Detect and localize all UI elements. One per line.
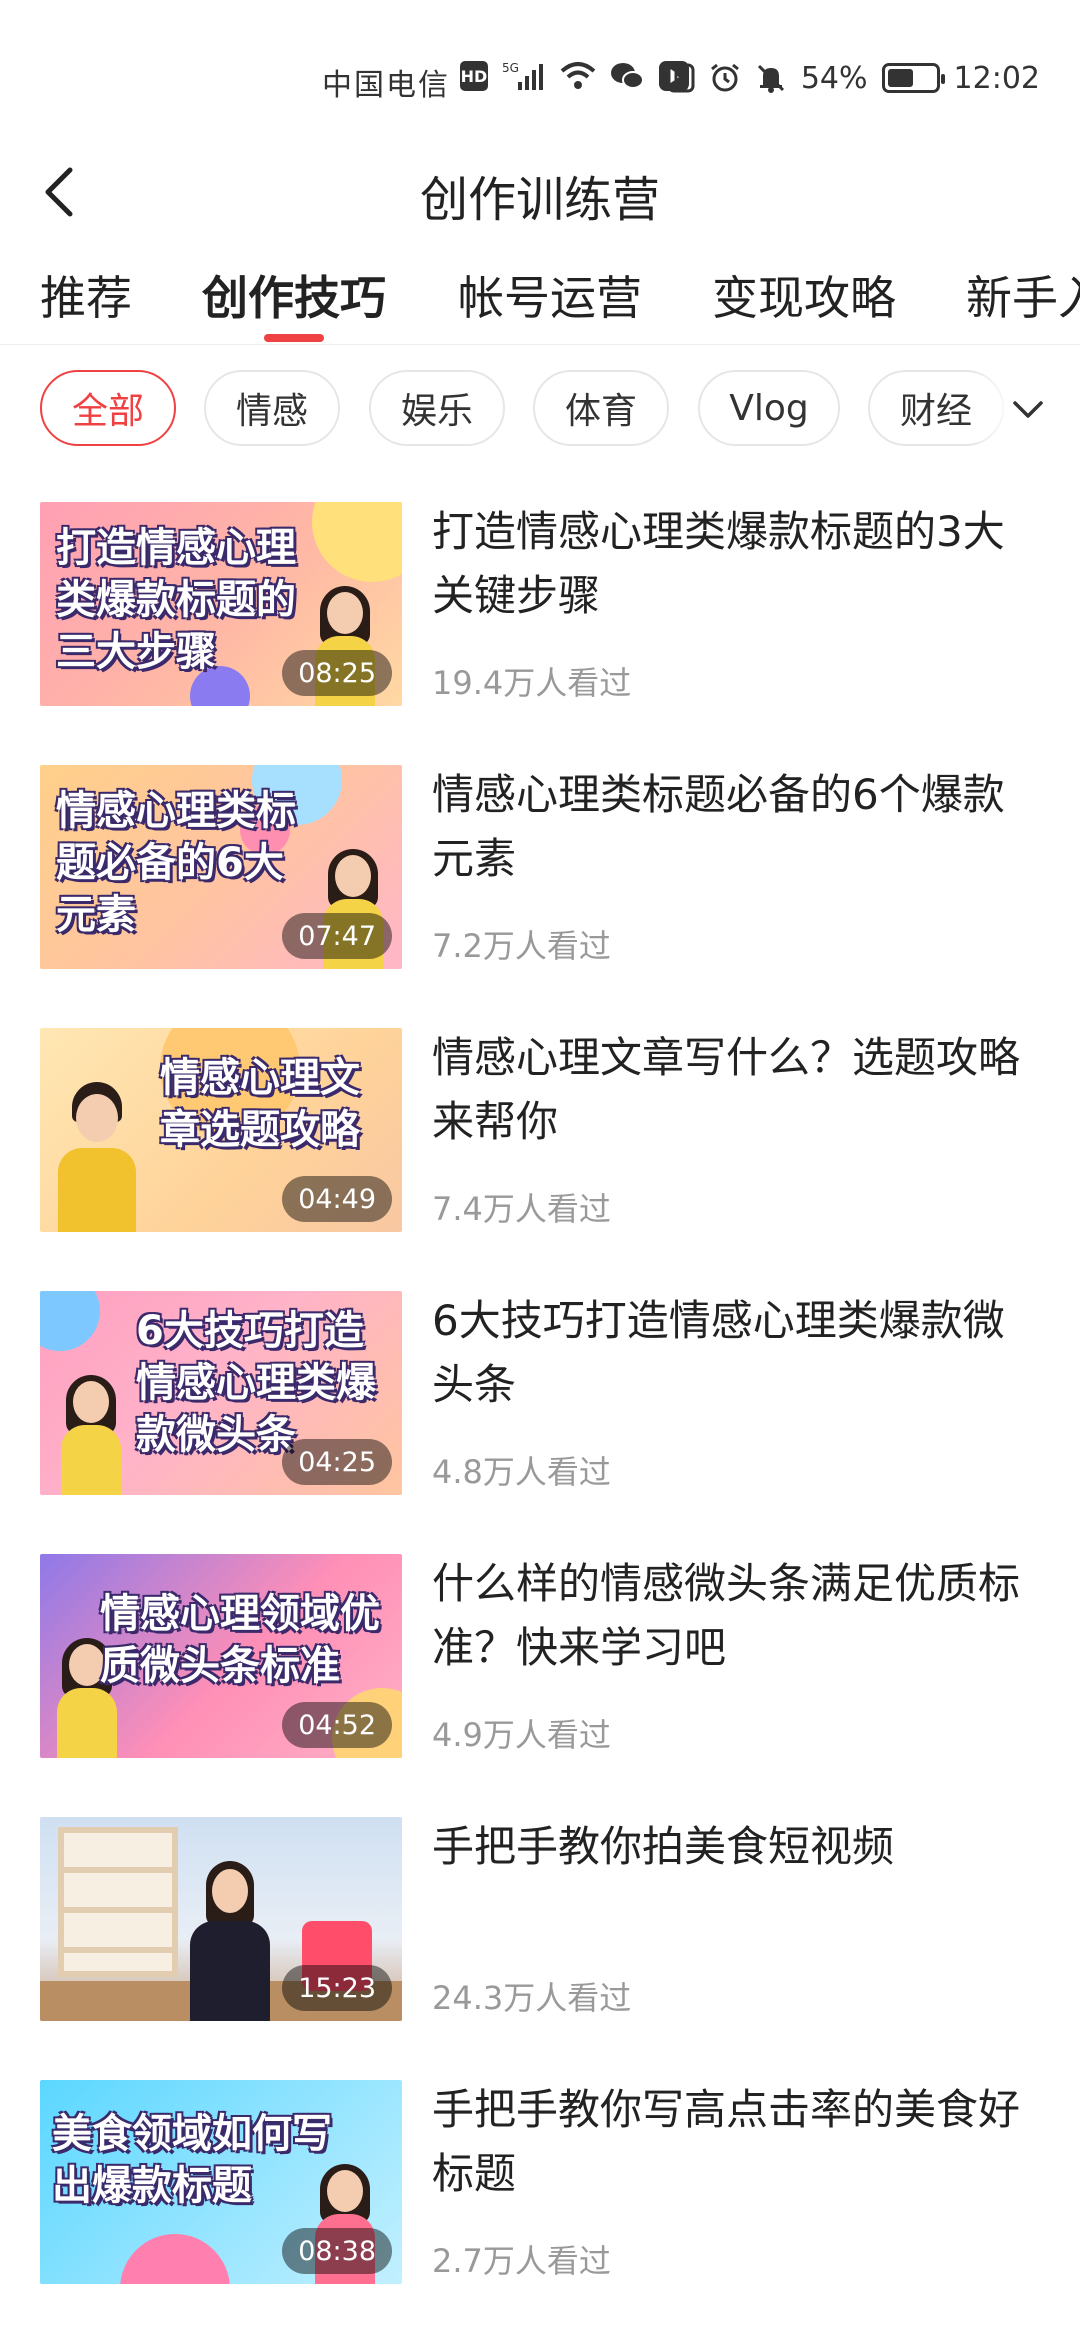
presenter-image (52, 1082, 142, 1232)
video-duration: 04:52 (282, 1702, 392, 1748)
wifi-icon (560, 58, 596, 94)
video-duration: 08:38 (282, 2228, 392, 2274)
tab-monetization[interactable]: 变现攻略 (712, 262, 896, 328)
video-item[interactable]: 打造情感心理类爆款标题的三大步骤 08:25 打造情感心理类爆款标题的3大关键步… (0, 500, 1080, 710)
video-duration: 04:25 (282, 1439, 392, 1485)
status-right: 54% 12:02 (667, 60, 1040, 96)
chip-entertainment[interactable]: 娱乐 (369, 370, 505, 446)
bookshelf-image (58, 1827, 178, 1977)
tab-creation-skills[interactable]: 创作技巧 (202, 262, 386, 328)
video-thumbnail[interactable]: 美食领域如何写出爆款标题 08:38 (40, 2080, 402, 2284)
video-thumbnail[interactable]: 15:23 (40, 1817, 402, 2021)
video-thumbnail[interactable]: 情感心理文章选题攻略 04:49 (40, 1028, 402, 1232)
video-item[interactable]: 情感心理领域优质微头条标准 04:52 什么样的情感微头条满足优质标准？快来学习… (0, 1552, 1080, 1762)
alarm-icon (709, 60, 741, 96)
battery-level (887, 69, 913, 87)
view-count: 4.9万人看过 (432, 1716, 611, 1754)
thumbnail-title: 情感心理领域优质微头条标准 (100, 1591, 380, 1689)
presenter-image (190, 1861, 270, 2021)
video-duration: 15:23 (282, 1965, 392, 2011)
nfc-icon (667, 60, 695, 96)
battery-percent: 54% (800, 60, 868, 96)
view-count: 7.4万人看过 (432, 1190, 611, 1228)
page-title: 创作训练营 (419, 172, 660, 228)
video-thumbnail[interactable]: 6大技巧打造情感心理类爆款微头条 04:25 (40, 1291, 402, 1495)
thumbnail-title: 美食领域如何写出爆款标题 (52, 2111, 332, 2209)
presenter-image (56, 1375, 126, 1495)
view-count: 2.7万人看过 (432, 2242, 611, 2280)
view-count: 7.2万人看过 (432, 927, 611, 965)
battery-icon (881, 63, 945, 93)
filter-chips: 全部 情感 娱乐 体育 Vlog 财经 (0, 370, 1080, 450)
tab-recommend[interactable]: 推荐 (40, 262, 132, 328)
status-bar: 中国电信 HD 5G 54% 12:02 (0, 0, 1080, 150)
status-icons: HD 5G (460, 58, 690, 94)
video-duration: 08:25 (282, 650, 392, 696)
video-title[interactable]: 手把手教你拍美食短视频 (432, 1815, 1042, 1879)
active-tab-indicator (264, 334, 324, 342)
chevron-down-icon (1013, 401, 1043, 418)
video-item[interactable]: 美食领域如何写出爆款标题 08:38 手把手教你写高点击率的美食好标题 2.7万… (0, 2078, 1080, 2288)
view-count: 24.3万人看过 (432, 1979, 632, 2017)
category-tabs: 推荐 创作技巧 帐号运营 变现攻略 新手入 (0, 250, 1080, 345)
video-title[interactable]: 什么样的情感微头条满足优质标准？快来学习吧 (432, 1552, 1042, 1680)
mute-bell-icon (755, 60, 787, 96)
video-item[interactable]: 情感心理文章选题攻略 04:49 情感心理文章写什么？选题攻略来帮你 7.4万人… (0, 1026, 1080, 1236)
carrier-label: 中国电信 (322, 68, 450, 103)
chip-emotion[interactable]: 情感 (204, 370, 340, 446)
video-title[interactable]: 情感心理类标题必备的6个爆款元素 (432, 763, 1042, 891)
wechat-icon (610, 58, 644, 94)
chip-sports[interactable]: 体育 (533, 370, 669, 446)
tab-account-ops[interactable]: 帐号运营 (458, 262, 642, 328)
video-title[interactable]: 打造情感心理类爆款标题的3大关键步骤 (432, 500, 1042, 628)
clock: 12:02 (953, 60, 1040, 96)
video-title[interactable]: 6大技巧打造情感心理类爆款微头条 (432, 1289, 1042, 1417)
video-item[interactable]: 15:23 手把手教你拍美食短视频 24.3万人看过 (0, 1815, 1080, 2025)
video-thumbnail[interactable]: 情感心理领域优质微头条标准 04:52 (40, 1554, 402, 1758)
thumb-decoration (40, 1291, 100, 1351)
video-duration: 07:47 (282, 913, 392, 959)
thumbnail-title: 6大技巧打造情感心理类爆款微头条 (136, 1308, 376, 1458)
thumbnail-title: 情感心理类标题必备的6大元素 (56, 788, 296, 938)
view-count: 19.4万人看过 (432, 664, 632, 702)
thumb-decoration (120, 2234, 230, 2284)
chip-vlog[interactable]: Vlog (698, 370, 840, 446)
hd-icon: HD (460, 61, 488, 91)
video-title[interactable]: 手把手教你写高点击率的美食好标题 (432, 2078, 1042, 2206)
expand-chips-button[interactable] (1006, 388, 1050, 432)
thumbnail-title: 情感心理文章选题攻略 (160, 1055, 360, 1153)
video-item[interactable]: 6大技巧打造情感心理类爆款微头条 04:25 6大技巧打造情感心理类爆款微头条 … (0, 1289, 1080, 1499)
thumbnail-title: 打造情感心理类爆款标题的三大步骤 (56, 525, 296, 675)
video-title[interactable]: 情感心理文章写什么？选题攻略来帮你 (432, 1026, 1042, 1154)
video-thumbnail[interactable]: 打造情感心理类爆款标题的三大步骤 08:25 (40, 502, 402, 706)
tab-beginner[interactable]: 新手入 (966, 262, 1080, 328)
thumb-decoration (312, 502, 402, 582)
video-item[interactable]: 情感心理类标题必备的6大元素 07:47 情感心理类标题必备的6个爆款元素 7.… (0, 763, 1080, 973)
view-count: 4.8万人看过 (432, 1453, 611, 1491)
network-type-label: 5G (502, 61, 519, 75)
video-duration: 04:49 (282, 1176, 392, 1222)
chip-all[interactable]: 全部 (40, 370, 176, 446)
signal-icon: 5G (502, 58, 546, 94)
video-thumbnail[interactable]: 情感心理类标题必备的6大元素 07:47 (40, 765, 402, 969)
page-header: 创作训练营 (0, 140, 1080, 250)
